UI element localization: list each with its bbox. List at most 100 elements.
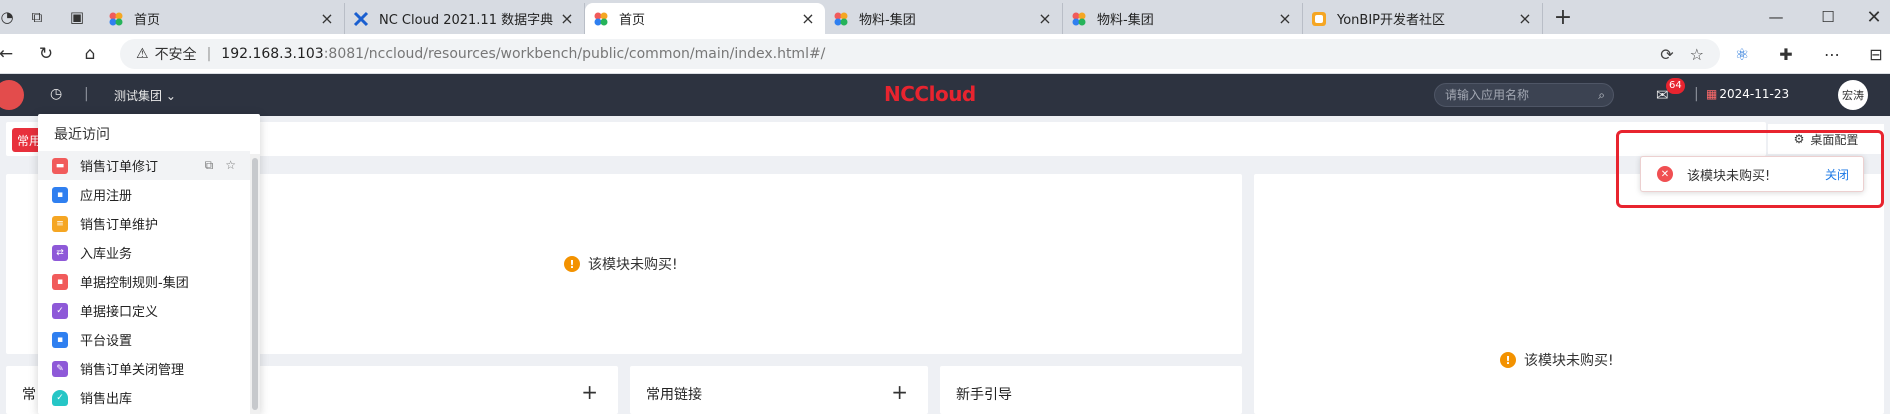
not-purchased-notice: ! 该模块未购买!	[1500, 350, 1614, 370]
nccloud-favicon-icon	[108, 11, 124, 27]
scrollbar-thumb[interactable]	[252, 158, 258, 410]
recent-item[interactable]: ▪ 单据控制规则-集团	[38, 267, 250, 296]
beginner-guide-card: 新手引导	[940, 366, 1242, 414]
app-card-icon: ▬	[52, 157, 68, 174]
divider: |	[1694, 86, 1699, 102]
clipboard-icon: ≡	[52, 215, 68, 232]
profile-icon[interactable]: ◔	[0, 0, 14, 34]
recent-item[interactable]: ▪ 应用注册	[38, 180, 250, 209]
recent-scrollbar[interactable]	[250, 154, 260, 414]
yonyou-favicon-icon	[353, 11, 369, 27]
recent-item[interactable]: ✓ 单据接口定义	[38, 296, 250, 325]
new-tab-button[interactable]: +	[1548, 0, 1578, 34]
date-text: 2024-11-23	[1719, 87, 1790, 101]
security-status: 不安全	[154, 47, 197, 63]
recent-item[interactable]: ✎ 销售订单关闭管理	[38, 354, 250, 383]
recent-item[interactable]: ▪ 平台设置	[38, 325, 250, 354]
recent-item-label: 单据接口定义	[80, 305, 159, 320]
close-tab-icon[interactable]: ×	[318, 9, 336, 28]
close-window-icon[interactable]: ✕	[1856, 0, 1890, 34]
recent-item-label: 销售订单修订	[80, 160, 159, 175]
home-icon[interactable]: ⌂	[76, 41, 104, 67]
notice-text: 该模块未购买!	[588, 257, 678, 273]
browser-tab-strip: ◔ ⧉ ▣ 首页 × NC Cloud 2021.11 数据字典 × 首页 × …	[0, 0, 1890, 34]
more-menu-icon[interactable]: ⋯	[1818, 41, 1846, 67]
browser-tab-3-active[interactable]: 首页 ×	[585, 3, 825, 34]
browser-tab-4[interactable]: 物料-集团 ×	[825, 3, 1063, 34]
workbench-tab-bar: 常用	[6, 122, 1766, 156]
tab-actions-icon[interactable]: ▣	[62, 0, 92, 34]
minimize-icon[interactable]: —	[1758, 0, 1794, 34]
edit-icon: ✎	[52, 360, 68, 377]
divider: |	[84, 86, 89, 102]
app-search-input[interactable]: 请输入应用名称 ⌕	[1434, 83, 1614, 107]
browser-toolbar: ← ↻ ⌂ ⚠ 不安全 | 192.168.3.103 :8081/ncclou…	[0, 34, 1890, 74]
recent-item[interactable]: ⇄ 入库业务	[38, 238, 250, 267]
error-icon: ✕	[1657, 166, 1673, 182]
workspaces-icon[interactable]: ⧉	[22, 0, 52, 34]
tab-label: 物料-集团	[859, 13, 916, 28]
warning-icon: !	[1500, 352, 1516, 368]
search-icon[interactable]: ⌕	[1598, 84, 1605, 106]
refresh-icon[interactable]: ↻	[32, 41, 60, 67]
message-count-badge: 64	[1666, 78, 1685, 94]
calendar-icon: ▦	[1706, 87, 1718, 101]
current-date: ▦ 2024-11-23	[1706, 87, 1789, 101]
extensions-puzzle-icon[interactable]: ✚	[1772, 41, 1800, 67]
browser-tab-2[interactable]: NC Cloud 2021.11 数据字典 ×	[345, 3, 585, 34]
close-tab-icon[interactable]: ×	[558, 9, 576, 28]
card-title: 常用链接	[646, 387, 702, 403]
recent-item-label: 销售订单维护	[80, 218, 159, 233]
address-bar[interactable]: ⚠ 不安全 | 192.168.3.103 :8081/nccloud/reso…	[120, 39, 1720, 69]
folder-icon: ▪	[52, 186, 68, 203]
recent-item[interactable]: ▬ 销售订单修订 ⧉ ☆	[38, 151, 250, 180]
recent-item[interactable]: ≡ 销售订单维护	[38, 209, 250, 238]
url-host: 192.168.3.103	[221, 46, 324, 62]
close-tab-icon[interactable]: ×	[1036, 9, 1054, 28]
recent-item-label: 应用注册	[80, 189, 133, 204]
tab-label: YonBIP开发者社区	[1337, 13, 1445, 28]
card-title: 常	[22, 387, 36, 403]
folder-icon: ▪	[52, 273, 68, 290]
maximize-icon[interactable]: ☐	[1810, 0, 1846, 34]
toast-close-button[interactable]: 关闭	[1825, 166, 1849, 183]
url-path: :8081/nccloud/resources/workbench/public…	[323, 46, 826, 62]
back-icon[interactable]: ←	[0, 41, 20, 67]
recent-item[interactable]: ✓ 销售出库	[38, 383, 250, 412]
add-icon[interactable]: +	[581, 380, 598, 404]
recent-item-label: 入库业务	[80, 247, 133, 262]
favorite-star-icon[interactable]: ☆	[1690, 45, 1704, 64]
module-panel-right: ! 该模块未购买!	[1254, 174, 1884, 414]
recent-clock-icon[interactable]: ◷	[50, 86, 62, 102]
recent-item-label: 销售出库	[80, 392, 133, 407]
browser-tab-6[interactable]: YonBIP开发者社区 ×	[1303, 3, 1543, 34]
brand-logo: NCCloud	[884, 82, 976, 106]
browser-tab-1[interactable]: 首页 ×	[100, 3, 345, 34]
folder-icon: ▪	[52, 331, 68, 348]
translate-icon[interactable]: ⟳	[1660, 45, 1673, 64]
not-purchased-notice: ! 该模块未购买!	[564, 254, 678, 274]
favorite-star-icon[interactable]: ☆	[225, 158, 236, 173]
tab-label: 首页	[619, 13, 646, 28]
close-tab-icon[interactable]: ×	[799, 9, 817, 28]
open-new-window-icon[interactable]: ⧉	[205, 158, 214, 173]
close-tab-icon[interactable]: ×	[1516, 9, 1534, 28]
tab-label: 首页	[134, 13, 161, 28]
recent-visits-dropdown: 最近访问 ▬ 销售订单修订 ⧉ ☆ ▪ 应用注册 ≡ 销售订单维护 ⇄ 入库业务…	[38, 114, 260, 414]
extension-react-icon[interactable]: ⚛	[1728, 41, 1756, 67]
browser-tab-5[interactable]: 物料-集团 ×	[1063, 3, 1303, 34]
user-avatar[interactable]: 宏涛	[1838, 80, 1868, 110]
sidebar-toggle-icon[interactable]: ⊟	[1862, 41, 1890, 67]
close-tab-icon[interactable]: ×	[1276, 9, 1294, 28]
recent-item-label: 销售订单关闭管理	[80, 363, 185, 378]
recent-item-label: 单据控制规则-集团	[80, 276, 189, 291]
add-icon[interactable]: +	[891, 380, 908, 404]
app-logo-icon[interactable]	[0, 80, 24, 110]
group-selector[interactable]: 测试集团 ⌄	[114, 87, 176, 104]
check-folder-icon: ✓	[52, 302, 68, 319]
chevron-down-icon: ⌄	[165, 89, 176, 103]
yonbip-favicon-icon	[1311, 11, 1327, 27]
recent-title: 最近访问	[54, 127, 110, 143]
nccloud-favicon-icon	[593, 11, 609, 27]
card-title: 新手引导	[956, 387, 1012, 403]
